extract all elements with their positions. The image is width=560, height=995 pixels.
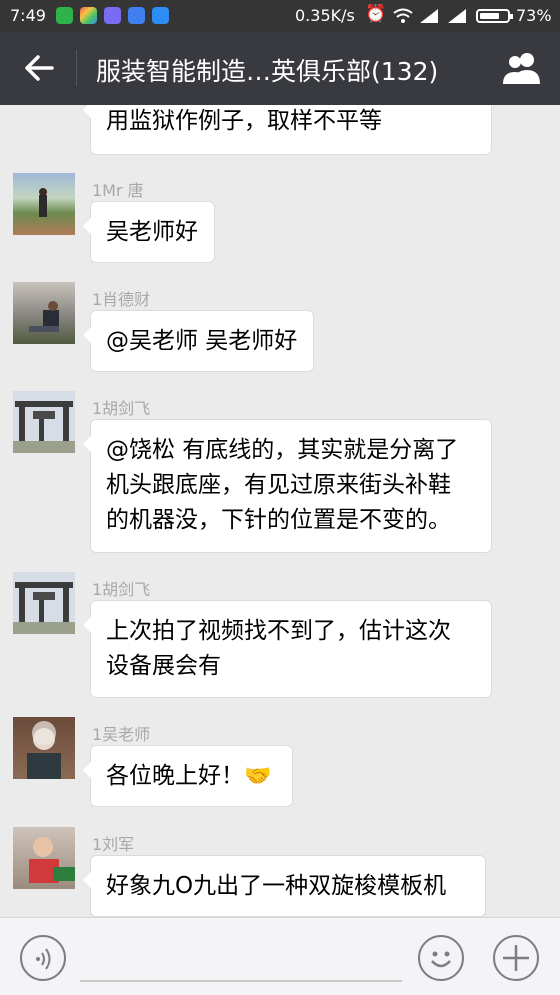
wifi-icon xyxy=(393,8,413,23)
more-button[interactable] xyxy=(493,935,539,981)
message-bubble[interactable]: 好象九O九出了一种双旋梭模板机 xyxy=(83,855,486,917)
voice-button[interactable] xyxy=(20,935,66,981)
plus-icon xyxy=(503,945,529,971)
battery-percent: 73% xyxy=(516,6,552,25)
alarm-icon: ⏰ xyxy=(365,4,387,24)
message-bubble[interactable]: 吴老师好 xyxy=(83,201,215,263)
voice-icon xyxy=(36,948,51,970)
sender-name: 1胡剑飞 xyxy=(92,399,151,418)
sender-name: 1胡剑飞 xyxy=(92,580,151,599)
input-bar xyxy=(0,917,560,995)
sender-name: 1吴老师 xyxy=(92,725,151,744)
messenger-app-icon xyxy=(152,7,169,24)
message-bubble[interactable]: 用监狱作例子，取样不平等 xyxy=(83,105,492,155)
sender-name: 1肖德财 xyxy=(92,290,151,309)
app-store-icon xyxy=(80,7,97,24)
avatar[interactable] xyxy=(13,572,75,634)
handshake-icon: 🤝 xyxy=(244,764,272,789)
signal-icon-2 xyxy=(448,9,466,23)
group-members-icon[interactable] xyxy=(500,50,546,86)
chat-header: 服装智能制造…英俱乐部(132) xyxy=(0,32,560,105)
avatar[interactable] xyxy=(13,717,75,779)
signal-icon xyxy=(420,9,438,23)
notification-app-icon xyxy=(104,7,121,24)
message-input[interactable] xyxy=(80,980,402,982)
sender-name: 1刘军 xyxy=(92,835,135,854)
header-divider xyxy=(76,50,77,86)
security-app-icon xyxy=(56,7,73,24)
baidu-icon xyxy=(128,7,145,24)
network-speed: 0.35K/s xyxy=(295,6,355,25)
back-arrow-icon[interactable] xyxy=(22,49,58,87)
avatar[interactable] xyxy=(13,282,75,344)
message-text: 各位晚上好！ xyxy=(106,763,244,789)
clock: 7:49 xyxy=(10,6,46,25)
avatar[interactable] xyxy=(13,827,75,889)
message-bubble[interactable]: @吴老师 吴老师好 xyxy=(82,310,315,372)
status-bar: 7:49 0.35K/s ⏰ 73% xyxy=(0,0,560,32)
chat-title: 服装智能制造…英俱乐部(132) xyxy=(96,57,439,86)
smiley-icon xyxy=(431,951,451,968)
battery-icon xyxy=(476,9,513,23)
message-bubble[interactable]: 各位晚上好！🤝 xyxy=(83,745,293,807)
message-bubble[interactable]: @饶松 有底线的，其实就是分离了 机头跟底座，有见过原来街头补鞋 的机器没，下针… xyxy=(83,419,492,553)
avatar[interactable] xyxy=(13,173,75,235)
message-list[interactable]: 用监狱作例子，取样不平等 1Mr 唐 吴老师好 1肖德财 @吴老师 吴老师好 1… xyxy=(0,105,560,917)
sender-name: 1Mr 唐 xyxy=(92,181,144,200)
emoji-button[interactable] xyxy=(418,935,464,981)
avatar[interactable] xyxy=(13,391,75,453)
message-bubble[interactable]: 上次拍了视频找不到了，估计这次 设备展会有 xyxy=(83,600,492,698)
